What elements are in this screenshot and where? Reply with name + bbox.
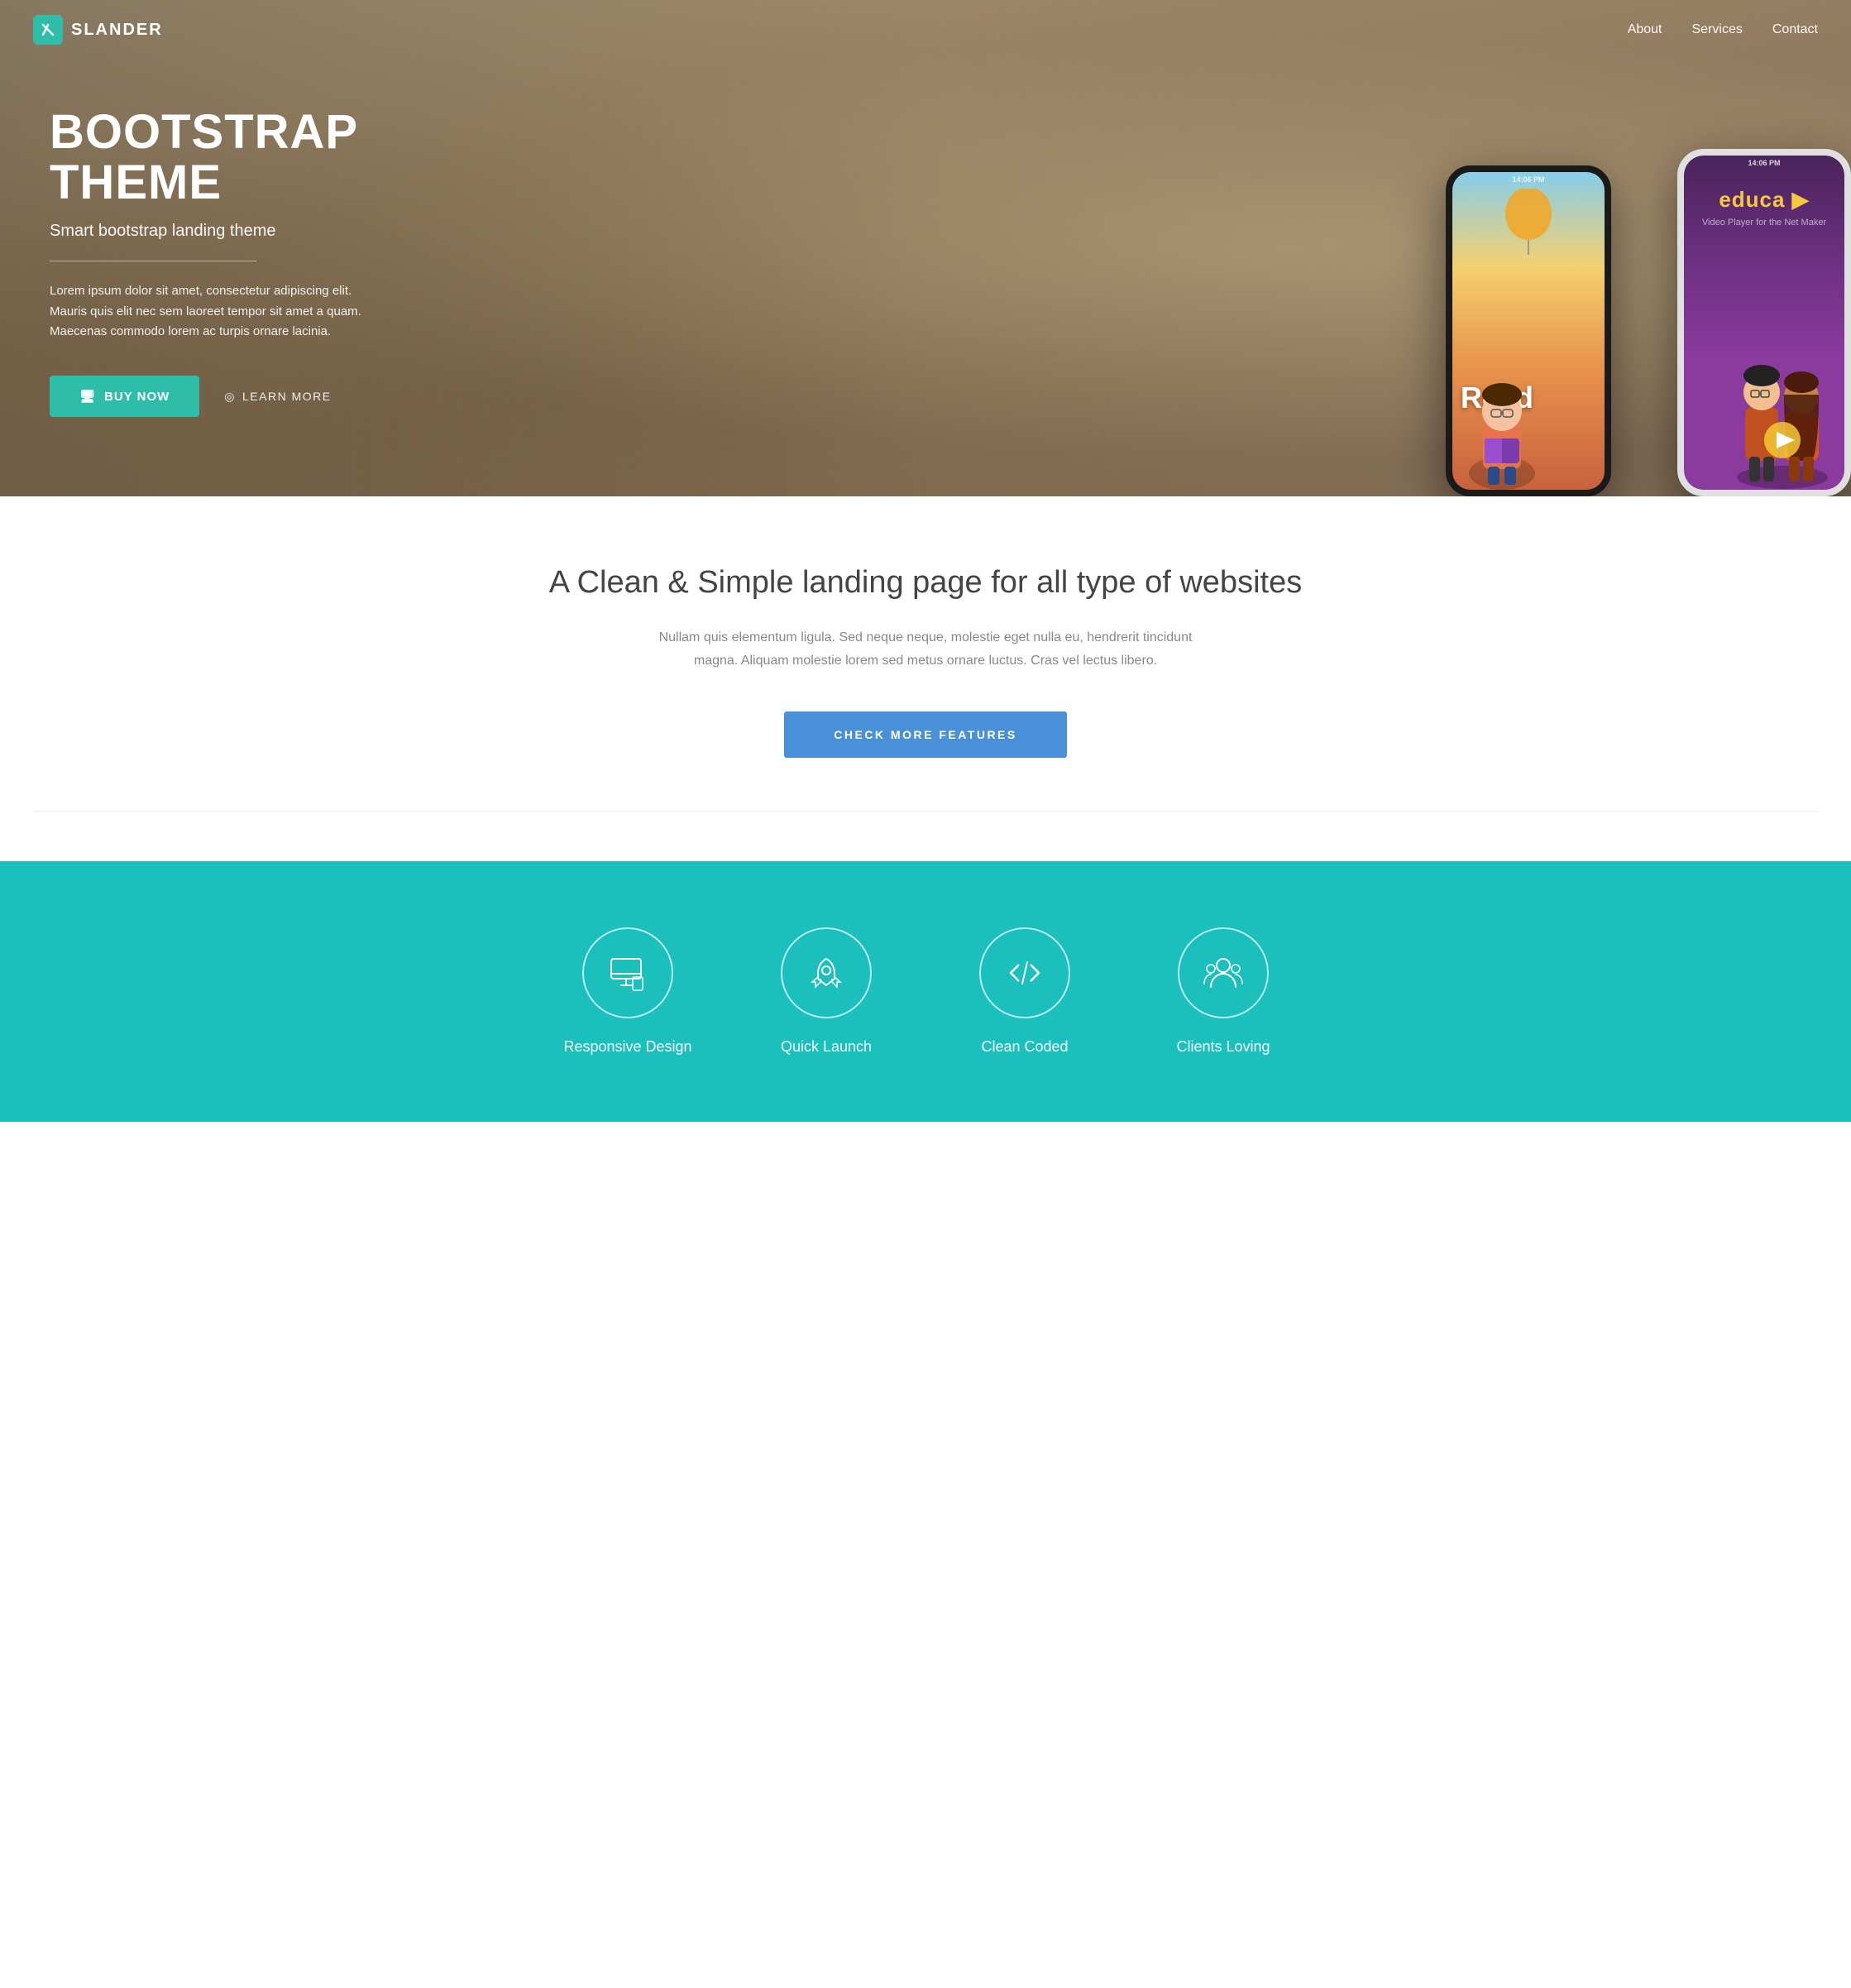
users-icon: [1203, 952, 1244, 994]
nav-services[interactable]: Services: [1692, 22, 1743, 36]
navbar: SLANDER About Services Contact: [0, 0, 1851, 60]
nav-links: About Services Contact: [1628, 22, 1818, 37]
hero-buttons: 🖥 BUY NOW ◎ LEARN MORE: [50, 376, 380, 417]
phone-status-bar-black: 14:06 PM: [1452, 175, 1605, 184]
feature-clients-loving: Clients Loving: [1149, 927, 1298, 1056]
quick-launch-icon-circle: [781, 927, 872, 1018]
logo-text: SLANDER: [71, 21, 163, 40]
clients-loving-icon-circle: [1178, 927, 1269, 1018]
phone-white: 14:06 PM educa ▶ Video Player for the Ne…: [1677, 149, 1851, 496]
learn-more-button[interactable]: ◎ LEARN MORE: [224, 390, 331, 404]
logo-icon: [33, 15, 63, 45]
rocket-icon: [806, 952, 847, 994]
hero-section: BOOTSTRAPTHEME Smart bootstrap landing t…: [0, 0, 1851, 496]
clean-coded-label: Clean Coded: [981, 1038, 1068, 1056]
monitor-icon: [607, 952, 648, 994]
quick-launch-label: Quick Launch: [781, 1038, 872, 1056]
phone-screen-black: 14:06 PM Read: [1452, 172, 1605, 490]
phone-screen-white: 14:06 PM educa ▶ Video Player for the Ne…: [1684, 156, 1844, 490]
buy-now-button[interactable]: 🖥 BUY NOW: [50, 376, 199, 417]
hero-subtitle: Smart bootstrap landing theme: [50, 222, 380, 241]
hero-title: BOOTSTRAPTHEME: [50, 108, 380, 208]
middle-description: Nullam quis elementum ligula. Sed neque …: [644, 626, 1207, 671]
responsive-icon-circle: [582, 927, 673, 1018]
middle-title: A Clean & Simple landing page for all ty…: [33, 563, 1818, 603]
nav-about[interactable]: About: [1628, 22, 1662, 36]
responsive-label: Responsive Design: [563, 1038, 691, 1056]
nav-contact[interactable]: Contact: [1772, 22, 1818, 36]
buy-icon: 🖥: [79, 389, 96, 404]
clean-coded-icon-circle: [979, 927, 1070, 1018]
features-section: Responsive Design Quick Launch: [0, 861, 1851, 1122]
clients-loving-label: Clients Loving: [1176, 1038, 1270, 1056]
check-features-button[interactable]: CHECK MORE FEATURES: [784, 711, 1066, 758]
learn-label: LEARN MORE: [242, 390, 332, 403]
phone-status-bar-white: 14:06 PM: [1684, 159, 1844, 167]
code-icon: [1004, 952, 1045, 994]
logo-area: SLANDER: [33, 15, 163, 45]
feature-quick-launch: Quick Launch: [752, 927, 901, 1056]
learn-icon: ◎: [224, 390, 236, 404]
feature-responsive: Responsive Design: [553, 927, 702, 1056]
phones-mockup: 14:06 PM Read: [1421, 0, 1851, 496]
hero-description: Lorem ipsum dolor sit amet, consectetur …: [50, 281, 380, 343]
feature-clean-coded: Clean Coded: [950, 927, 1099, 1056]
phone-black: 14:06 PM Read: [1446, 165, 1611, 496]
buy-label: BUY NOW: [104, 390, 170, 404]
middle-divider: [33, 811, 1818, 812]
middle-section: A Clean & Simple landing page for all ty…: [0, 496, 1851, 861]
features-grid: Responsive Design Quick Launch: [33, 927, 1818, 1056]
hero-content: BOOTSTRAPTHEME Smart bootstrap landing t…: [0, 0, 430, 417]
